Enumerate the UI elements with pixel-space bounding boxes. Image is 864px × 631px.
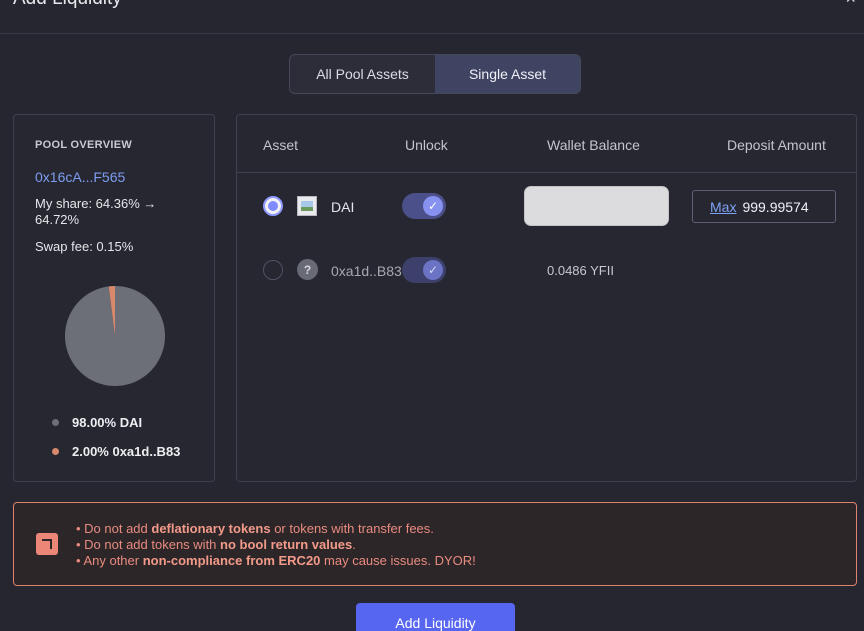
warning-line: • Do not add tokens with no bool return … <box>76 537 356 552</box>
mode-toggle: All Pool Assets Single Asset <box>289 54 581 94</box>
legend-dot-grey <box>52 419 59 426</box>
legend-item-dai: 98.00% DAI <box>52 415 142 430</box>
max-button[interactable]: Max <box>710 199 736 215</box>
modal-title: Add Liquidity <box>13 0 122 10</box>
table-row: DAI ✓ Max 999.99574 <box>237 181 856 231</box>
asset-radio-dai[interactable] <box>263 196 283 216</box>
wallet-balance-dai <box>524 186 669 226</box>
header-asset: Asset <box>263 137 299 153</box>
header-unlock: Unlock <box>405 137 448 153</box>
header-deposit-amount: Deposit Amount <box>727 137 826 153</box>
legend-label: 2.00% 0xa1d..B83 <box>72 444 181 459</box>
header-wallet-balance: Wallet Balance <box>547 137 640 153</box>
deposit-value: 999.99574 <box>742 198 809 215</box>
legend-item-0xa1d: 2.00% 0xa1d..B83 <box>52 444 180 459</box>
warning-line: • Do not add deflationary tokens or toke… <box>76 521 434 536</box>
pool-overview-label: POOL OVERVIEW <box>35 139 133 151</box>
table-row: ? 0xa1d..B83 ✓ 0.0486 YFII <box>237 245 856 295</box>
image-icon <box>297 196 317 216</box>
close-icon[interactable]: × <box>845 0 856 9</box>
legend-dot-orange <box>52 448 59 455</box>
assets-table-header: Asset Unlock Wallet Balance Deposit Amou… <box>237 115 856 173</box>
warning-banner: • Do not add deflationary tokens or toke… <box>13 502 857 586</box>
asset-radio-0xa1d[interactable] <box>263 260 283 280</box>
question-icon: ? <box>297 259 318 280</box>
pool-address-link[interactable]: 0x16cA...F565 <box>35 169 125 185</box>
wallet-balance-0xa1d: 0.0486 YFII <box>547 263 614 278</box>
pool-overview-panel: POOL OVERVIEW 0x16cA...F565 My share: 64… <box>13 114 215 482</box>
check-icon: ✓ <box>423 260 443 280</box>
legend-label: 98.00% DAI <box>72 415 143 430</box>
assets-panel: Asset Unlock Wallet Balance Deposit Amou… <box>236 114 857 482</box>
warning-text: • Do not add deflationary tokens or toke… <box>76 521 476 569</box>
swap-fee-text: Swap fee: 0.15% <box>35 239 134 254</box>
tab-all-pool-assets[interactable]: All Pool Assets <box>290 55 435 93</box>
deposit-input-dai[interactable]: Max 999.99574 <box>692 190 836 223</box>
warning-line: • Any other non-compliance from ERC20 ma… <box>76 553 476 568</box>
my-share-text: My share: 64.36% → 64.72% <box>35 196 157 227</box>
tab-single-asset[interactable]: Single Asset <box>435 55 580 93</box>
modal-header: Add Liquidity × <box>0 0 864 34</box>
asset-name: DAI <box>331 199 355 215</box>
asset-name: 0xa1d..B83 <box>331 263 402 279</box>
unlock-toggle-0xa1d[interactable]: ✓ <box>402 257 446 283</box>
check-icon: ✓ <box>423 196 443 216</box>
pool-composition-pie <box>65 286 165 386</box>
add-liquidity-button[interactable]: Add Liquidity <box>356 603 515 631</box>
unlock-toggle-dai[interactable]: ✓ <box>402 193 446 219</box>
alert-icon <box>36 533 58 555</box>
